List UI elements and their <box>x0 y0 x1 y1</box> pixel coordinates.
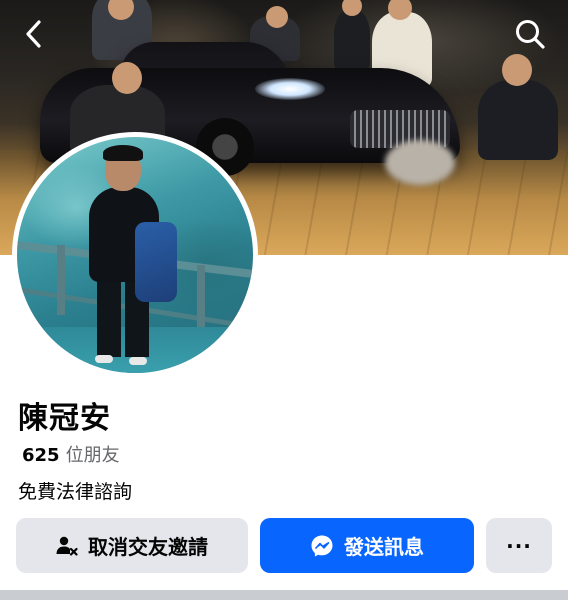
profile-avatar[interactable] <box>12 132 258 378</box>
cover-person-head <box>112 62 142 94</box>
send-message-button[interactable]: 發送訊息 <box>260 518 474 573</box>
chevron-left-icon <box>23 19 45 53</box>
cancel-friend-request-label: 取消交友邀請 <box>88 535 208 559</box>
photo-person-hair <box>103 145 143 161</box>
profile-bio: 免費法律諮詢 <box>18 481 133 503</box>
photo-person-shoe <box>95 355 113 363</box>
photo-person-shoe <box>129 357 147 365</box>
friends-count-link[interactable]: 625 位朋友 <box>22 441 120 467</box>
cover-person <box>334 10 370 70</box>
more-options-button[interactable]: ... <box>486 518 552 573</box>
profile-photo <box>17 137 253 373</box>
cover-blurred-plate <box>385 140 455 185</box>
search-icon <box>514 18 546 54</box>
back-button[interactable] <box>14 16 54 56</box>
search-button[interactable] <box>510 16 550 56</box>
messenger-icon <box>310 534 334 558</box>
cover-car-headlight <box>255 78 325 100</box>
send-message-label: 發送訊息 <box>344 535 424 559</box>
photo-railing-post <box>57 245 65 315</box>
photo-railing-post <box>197 265 205 335</box>
cover-person-head <box>502 54 532 86</box>
profile-name: 陳冠安 <box>18 401 111 436</box>
cancel-friend-request-button[interactable]: 取消交友邀請 <box>16 518 248 573</box>
friends-label: 位朋友 <box>65 445 120 466</box>
section-divider <box>0 590 568 600</box>
cover-person <box>478 80 558 160</box>
cover-person-head <box>266 6 288 28</box>
person-remove-icon <box>56 535 78 557</box>
more-horizontal-icon: ... <box>506 528 532 553</box>
photo-person-jacket <box>135 222 177 302</box>
friends-count: 625 <box>22 445 60 466</box>
